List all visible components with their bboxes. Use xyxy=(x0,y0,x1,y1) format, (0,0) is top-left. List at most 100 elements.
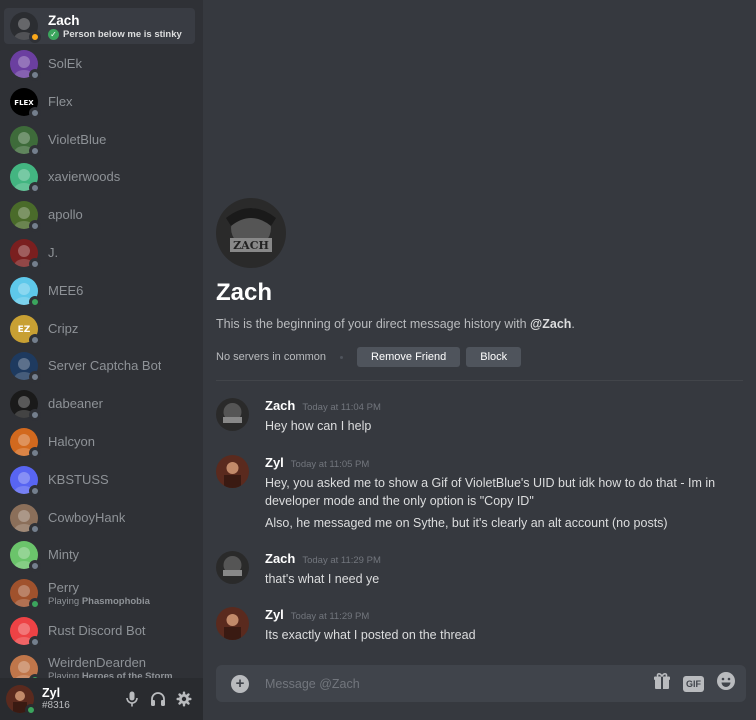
message-timestamp: Today at 11:29 PM xyxy=(302,555,381,566)
dm-item-j[interactable]: J. xyxy=(4,235,195,271)
status-offline xyxy=(29,182,41,195)
status-offline xyxy=(29,522,41,535)
avatar xyxy=(10,201,41,233)
dm-item-rust-discord-bot[interactable]: Rust Discord Bot xyxy=(4,613,195,649)
dm-item-weirdendearden[interactable]: WeirdenDearden Playing Heroes of the Stor… xyxy=(4,651,195,678)
user-avatar[interactable] xyxy=(6,685,37,716)
dm-item-cripz[interactable]: EZ Cripz xyxy=(4,311,195,347)
message-content: Also, he messaged me on Sythe, but it's … xyxy=(265,516,668,530)
dm-name: WeirdenDearden xyxy=(48,655,147,671)
dm-item-server-captcha-bot[interactable]: Server Captcha Bot xyxy=(4,348,195,384)
status-offline xyxy=(29,636,41,648)
welcome-description: This is the beginning of your direct mes… xyxy=(216,317,575,331)
dm-name: Halcyon xyxy=(48,434,95,449)
dm-item-perry[interactable]: Perry Playing Phasmophobia xyxy=(4,575,195,611)
status-offline xyxy=(29,106,41,119)
chat-area: ZACH Zach This is the beginning of your … xyxy=(203,0,756,720)
dm-item-zach[interactable]: Zach ✓ Person below me is stinky xyxy=(4,8,195,44)
avatar xyxy=(10,352,41,384)
message-author[interactable]: Zach xyxy=(265,398,295,413)
dm-item-minty[interactable]: Minty xyxy=(4,537,195,573)
headphones-icon[interactable] xyxy=(147,688,169,710)
status-offline xyxy=(29,144,41,157)
status-offline xyxy=(29,447,41,459)
status-offline xyxy=(29,409,41,422)
status-offline xyxy=(29,258,41,270)
user-info[interactable]: Zyl #8316 xyxy=(42,686,112,712)
dm-name: apollo xyxy=(48,207,83,223)
avatar xyxy=(10,617,41,648)
dm-name: xavierwoods xyxy=(48,169,121,185)
message-timestamp: Today at 11:05 PM xyxy=(290,459,370,470)
separator-dot xyxy=(340,355,344,359)
add-icon[interactable]: + xyxy=(231,674,249,693)
avatar xyxy=(10,12,41,43)
message-avatar[interactable] xyxy=(216,551,249,584)
user-name: Zyl xyxy=(42,686,61,700)
dm-item-cowboyhank[interactable]: CowboyHank xyxy=(4,500,195,536)
dm-item-xavierwoods[interactable]: xavierwoods xyxy=(4,159,195,195)
dm-name: Flex xyxy=(48,93,73,109)
mutual-servers-row: No servers in common Remove Friend Block xyxy=(216,346,527,368)
status-offline xyxy=(29,69,41,81)
message-author[interactable]: Zyl xyxy=(265,455,284,470)
avatar: EZ xyxy=(10,314,41,346)
emoji-icon[interactable] xyxy=(716,671,736,696)
message-avatar[interactable] xyxy=(216,398,249,431)
no-servers-label: No servers in common xyxy=(216,351,327,363)
avatar xyxy=(10,163,41,195)
dm-item-dabeaner[interactable]: dabeaner xyxy=(4,386,195,422)
status-online xyxy=(29,295,41,308)
dm-item-solek[interactable]: SolEk xyxy=(4,46,195,82)
dm-name: Rust Discord Bot xyxy=(48,623,146,638)
avatar xyxy=(10,50,41,81)
message-author[interactable]: Zach xyxy=(265,551,295,566)
dm-item-apollo[interactable]: apollo xyxy=(4,197,195,233)
microphone-icon[interactable] xyxy=(121,688,143,710)
dm-list: Zach ✓ Person below me is stinky SolEk FLEX F… xyxy=(0,0,203,678)
dm-name: Minty xyxy=(48,547,80,563)
status-offline xyxy=(29,220,41,233)
message-author[interactable]: Zyl xyxy=(265,607,284,622)
dm-name: Perry xyxy=(48,579,80,595)
avatar: FLEX xyxy=(10,87,41,119)
dm-name: VioletBlue xyxy=(48,131,107,147)
dm-item-mee6[interactable]: MEE6 xyxy=(4,273,195,309)
dm-item-flex[interactable]: FLEX Flex xyxy=(4,84,195,120)
status-online xyxy=(29,598,41,611)
status-offline xyxy=(29,333,41,346)
gif-icon[interactable]: GIF xyxy=(683,675,704,692)
message-timestamp: Today at 11:04 PM xyxy=(302,402,381,413)
dm-item-violetblue[interactable]: VioletBlue xyxy=(4,122,195,158)
divider xyxy=(216,380,743,381)
gift-icon[interactable] xyxy=(653,672,671,695)
message-input[interactable] xyxy=(265,676,625,691)
custom-status: ✓ Person below me is stinky xyxy=(48,28,182,40)
dm-name: Cripz xyxy=(48,320,79,336)
gear-icon[interactable] xyxy=(173,688,195,710)
avatar xyxy=(10,579,41,611)
dm-name: MEE6 xyxy=(48,282,84,298)
message-avatar[interactable] xyxy=(216,455,249,488)
block-button[interactable]: Block xyxy=(466,347,522,367)
dm-item-kbstuss[interactable]: KBSTUSS xyxy=(4,462,195,498)
message-composer: + GIF xyxy=(216,665,746,702)
message-content: Hey how can I help xyxy=(265,419,372,433)
avatar xyxy=(10,125,41,157)
message-avatar[interactable] xyxy=(216,607,249,640)
remove-friend-button[interactable]: Remove Friend xyxy=(357,347,461,367)
custom-status-text: Person below me is stinky xyxy=(63,28,182,40)
user-panel: Zyl #8316 xyxy=(0,678,203,720)
activity-prefix: Playing xyxy=(48,595,82,607)
welcome-avatar: ZACH xyxy=(216,198,286,268)
user-tag: #8316 xyxy=(42,700,70,711)
avatar xyxy=(10,428,41,459)
dm-name: Zach xyxy=(48,12,80,28)
message-content: Hey, you asked me to show a Gif of Viole… xyxy=(265,476,716,508)
avatar xyxy=(10,239,41,270)
dm-name: SolEk xyxy=(48,56,82,71)
dm-item-halcyon[interactable]: Halcyon xyxy=(4,424,195,460)
avatar xyxy=(10,541,41,573)
avatar xyxy=(10,465,41,497)
status-offline xyxy=(29,484,41,497)
